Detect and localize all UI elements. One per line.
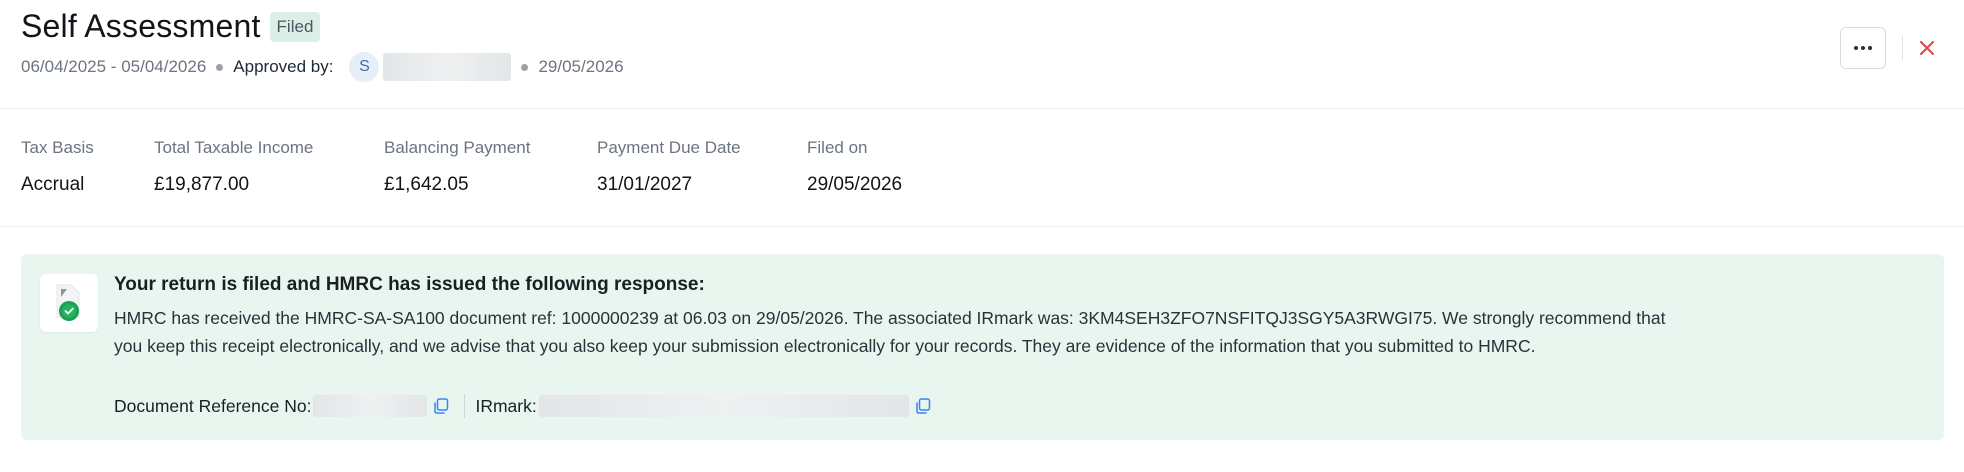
approver-name-redacted	[383, 53, 512, 81]
more-horizontal-icon	[1854, 46, 1872, 50]
close-icon	[1919, 40, 1935, 56]
field-label: Payment Due Date	[597, 138, 741, 157]
meta-row: 06/04/2025 - 05/04/2026 Approved by: S 2…	[21, 52, 624, 82]
summary-section: Tax Basis Accrual Total Taxable Income £…	[0, 108, 1964, 227]
field-value: £1,642.05	[384, 174, 469, 195]
approver-avatar: S	[349, 52, 380, 82]
field-label: Balancing Payment	[384, 138, 531, 157]
separator-dot	[216, 63, 224, 71]
tax-period: 06/04/2025 - 05/04/2026	[21, 57, 207, 76]
page-title: Self Assessment	[21, 8, 261, 44]
close-button[interactable]	[1912, 33, 1942, 63]
field-tax-basis: Tax Basis Accrual	[21, 138, 94, 196]
field-label: Tax Basis	[21, 138, 94, 157]
copy-icon[interactable]	[432, 397, 450, 415]
irmark-label: IRmark:	[475, 395, 537, 416]
document-reference-label: Document Reference No:	[114, 395, 312, 416]
irmark-redacted	[538, 395, 909, 417]
more-actions-button[interactable]	[1840, 27, 1886, 69]
field-value: Accrual	[21, 174, 85, 195]
field-value: 31/01/2027	[597, 174, 693, 195]
page-header: Self Assessment Filed 06/04/2025 - 05/04…	[0, 0, 1964, 109]
hmrc-response-panel: Your return is filed and HMRC has issued…	[21, 254, 1944, 440]
reference-divider	[464, 394, 466, 418]
field-payment-due-date: Payment Due Date 31/01/2027	[597, 138, 741, 196]
document-check-icon	[40, 274, 98, 332]
field-balancing-payment: Balancing Payment £1,642.05	[384, 138, 530, 196]
field-total-taxable-income: Total Taxable Income £19,877.00	[154, 138, 313, 196]
approved-date: 29/05/2026	[538, 57, 624, 76]
response-title: Your return is filed and HMRC has issued…	[114, 274, 705, 295]
field-filed-on: Filed on 29/05/2026	[807, 138, 902, 196]
separator-dot	[521, 63, 529, 71]
field-label: Total Taxable Income	[154, 138, 314, 157]
field-value: £19,877.00	[154, 174, 250, 195]
approved-by-label: Approved by:	[233, 57, 334, 76]
copy-icon[interactable]	[914, 397, 932, 415]
title-row: Self Assessment Filed	[21, 8, 321, 45]
header-divider	[1902, 35, 1903, 61]
document-reference-redacted	[313, 395, 428, 417]
status-badge: Filed	[269, 11, 321, 42]
reference-row: Document Reference No: IRmark:	[114, 392, 932, 420]
response-body: HMRC has received the HMRC-SA-SA100 docu…	[114, 308, 1666, 356]
field-value: 29/05/2026	[807, 174, 903, 195]
field-label: Filed on	[807, 138, 868, 157]
